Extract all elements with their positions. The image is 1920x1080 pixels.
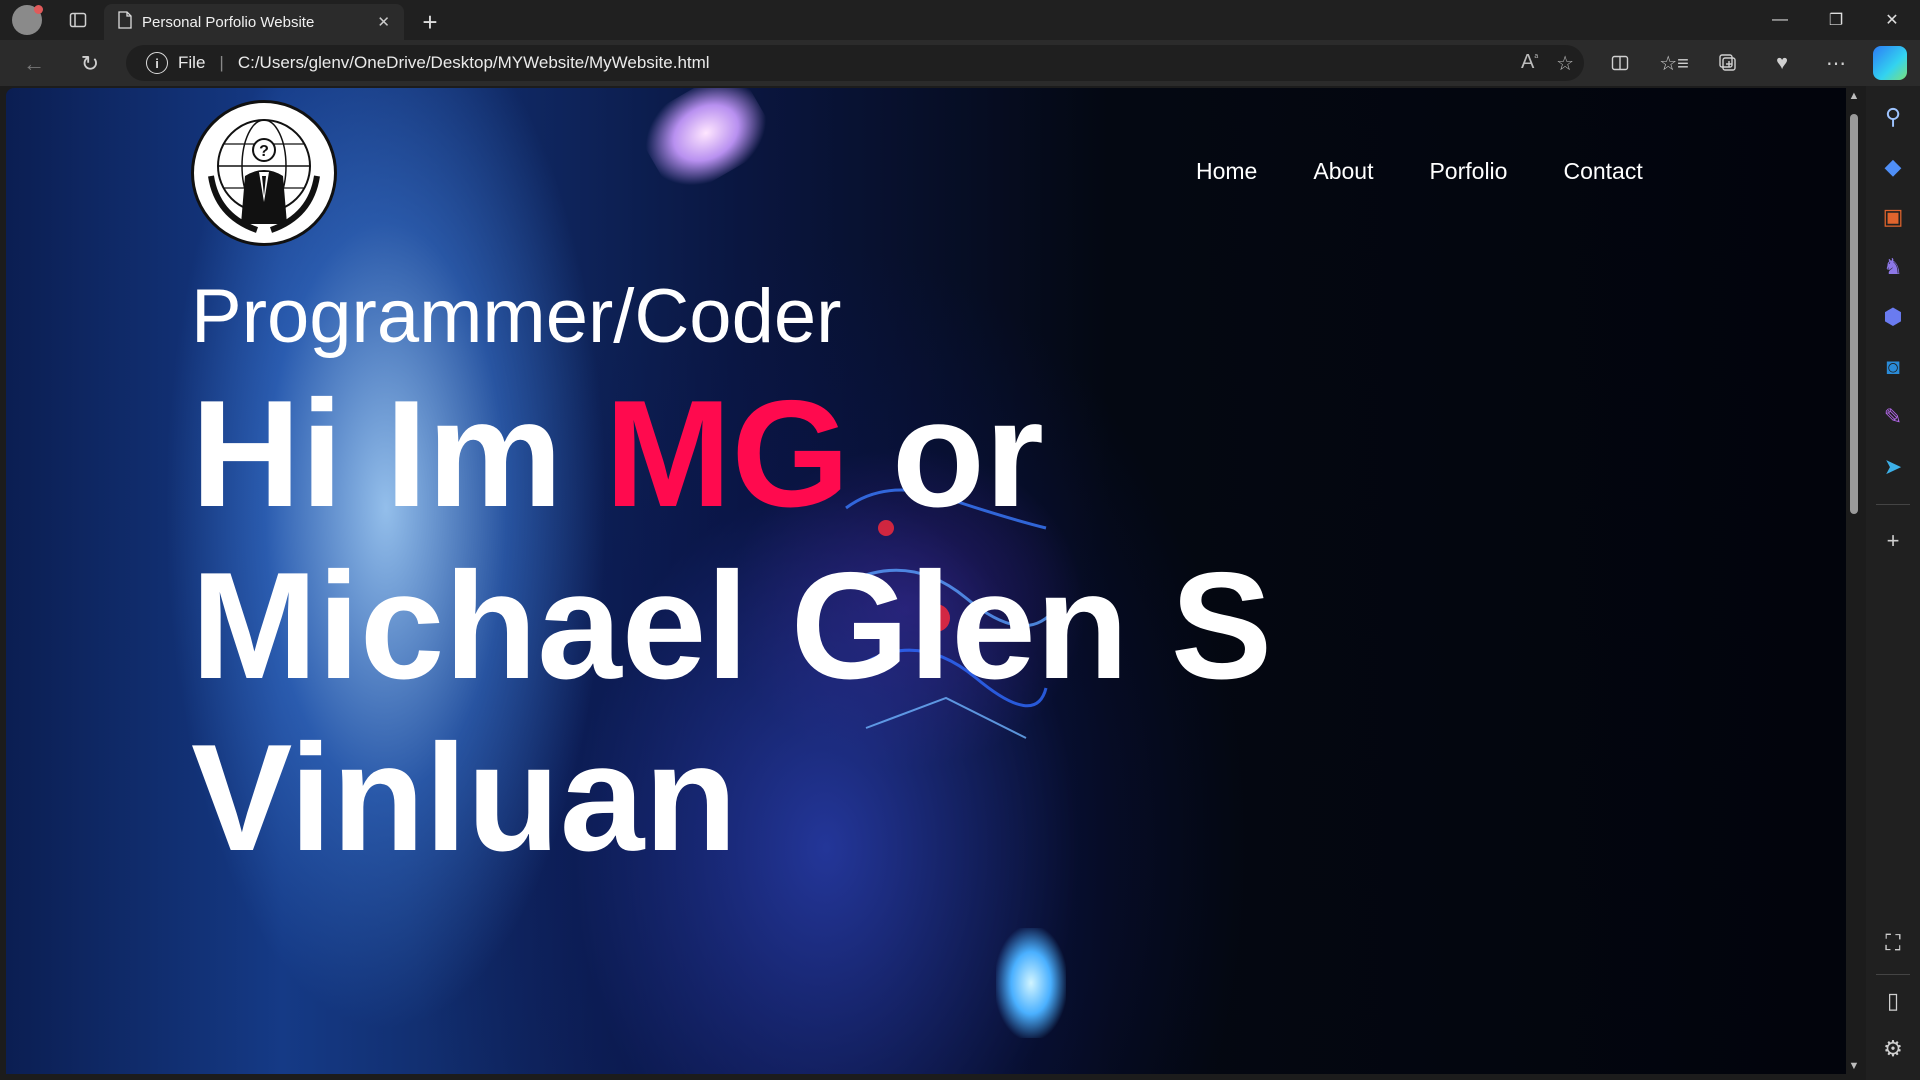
browser-toolbar: ← ↻ i File | C:/Users/glenv/OneDrive/Des…: [0, 40, 1920, 86]
more-icon[interactable]: ⋯: [1812, 43, 1860, 83]
page-viewport: ? Home About Porfolio Contact Programmer…: [6, 88, 1846, 1074]
favorite-star-icon[interactable]: ☆: [1556, 51, 1574, 76]
scroll-down-icon[interactable]: ▼: [1848, 1060, 1860, 1072]
address-scheme: File: [178, 53, 206, 72]
telegram-icon[interactable]: ➤: [1878, 452, 1908, 482]
refresh-icon[interactable]: ↻: [74, 48, 106, 80]
svg-text:?: ?: [259, 143, 269, 160]
scroll-up-icon[interactable]: ▲: [1848, 90, 1860, 102]
games-icon[interactable]: ♞: [1878, 252, 1908, 282]
browser-sidebar: ⚲ ◆ ▣ ♞ ⬢ ◙ ✎ ➤ + ⛶ ▯ ⚙: [1866, 86, 1920, 1080]
page-icon: [118, 11, 132, 33]
nav-about[interactable]: About: [1313, 158, 1373, 185]
sidebar-divider: [1876, 974, 1910, 975]
nav-home[interactable]: Home: [1196, 158, 1257, 185]
shopping-icon[interactable]: ◆: [1878, 152, 1908, 182]
site-navigation: Home About Porfolio Contact: [1196, 158, 1643, 185]
screenshot-icon[interactable]: ⛶: [1878, 928, 1908, 958]
browser-title-bar: Personal Porfolio Website ✕ + — ❐ ✕: [0, 0, 1920, 40]
browser-essentials-icon[interactable]: ♥: [1758, 43, 1806, 83]
page-scrollbar[interactable]: ▲ ▼: [1846, 88, 1862, 1074]
scroll-thumb[interactable]: [1850, 114, 1858, 514]
hero-prefix: Hi Im: [191, 369, 605, 539]
address-bar[interactable]: i File | C:/Users/glenv/OneDrive/Desktop…: [126, 45, 1584, 81]
sidebar-toggle-icon[interactable]: ▯: [1878, 986, 1908, 1016]
tab-close-icon[interactable]: ✕: [377, 13, 390, 31]
search-icon[interactable]: ⚲: [1878, 102, 1908, 132]
add-icon[interactable]: +: [1878, 526, 1908, 556]
collections-icon[interactable]: [1704, 43, 1752, 83]
site-logo[interactable]: ?: [191, 100, 337, 246]
microsoft-365-icon[interactable]: ⬢: [1878, 302, 1908, 332]
nav-portfolio[interactable]: Porfolio: [1429, 158, 1507, 185]
tab-title: Personal Porfolio Website: [142, 13, 315, 31]
profile-avatar[interactable]: [12, 5, 43, 35]
tools-icon[interactable]: ▣: [1878, 202, 1908, 232]
background-lamp: [631, 88, 781, 202]
address-separator: |: [219, 53, 224, 72]
settings-icon[interactable]: ⚙: [1878, 1034, 1908, 1064]
nav-contact[interactable]: Contact: [1563, 158, 1642, 185]
info-icon[interactable]: i: [146, 52, 168, 74]
copilot-icon[interactable]: [1866, 43, 1914, 83]
designer-icon[interactable]: ✎: [1878, 402, 1908, 432]
favorites-icon[interactable]: ☆≡: [1650, 43, 1698, 83]
background-glow: [996, 928, 1066, 1038]
outlook-icon[interactable]: ◙: [1878, 352, 1908, 382]
hero-heading: Hi Im MG or Michael Glen S Vinluan: [191, 368, 1391, 884]
hero-subtitle: Programmer/Coder: [191, 274, 842, 359]
workspaces-icon[interactable]: [58, 0, 98, 40]
back-icon[interactable]: ←: [18, 48, 50, 80]
restore-button[interactable]: ❐: [1808, 0, 1864, 40]
browser-tab[interactable]: Personal Porfolio Website ✕: [104, 4, 404, 40]
close-window-button[interactable]: ✕: [1864, 0, 1920, 40]
new-tab-button[interactable]: +: [412, 4, 448, 40]
minimize-button[interactable]: —: [1752, 0, 1808, 40]
hero-highlight: MG: [604, 369, 850, 539]
address-url[interactable]: C:/Users/glenv/OneDrive/Desktop/MYWebsit…: [238, 53, 710, 73]
read-aloud-icon[interactable]: Aᵃ: [1521, 51, 1538, 76]
split-screen-icon[interactable]: [1596, 43, 1644, 83]
sidebar-divider: [1876, 504, 1910, 505]
